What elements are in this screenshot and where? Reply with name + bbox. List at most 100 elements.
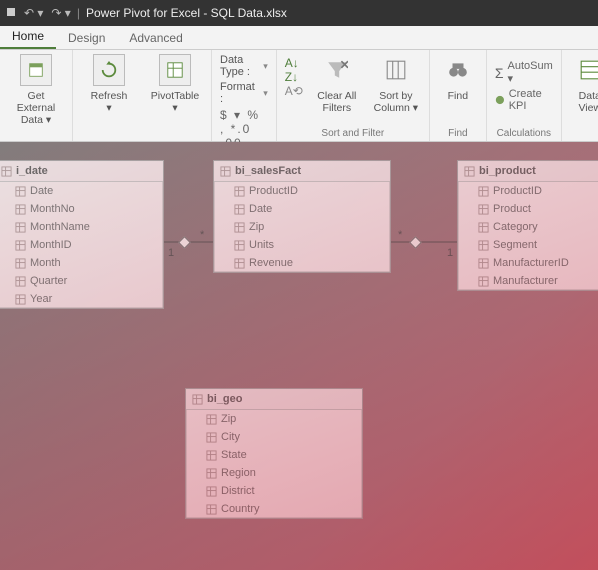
kpi-icon	[495, 94, 505, 106]
column-row[interactable]: Units	[214, 236, 390, 254]
column-row[interactable]: Date	[214, 200, 390, 218]
group-label-calc: Calculations	[495, 128, 553, 139]
clear-filters-button[interactable]: Clear All Filters	[313, 54, 361, 114]
funnel-clear-icon	[321, 54, 353, 86]
column-name-label: Date	[249, 203, 272, 215]
data-type-dropdown[interactable]: ▾	[263, 61, 268, 72]
table-header[interactable]: i_date	[0, 161, 163, 182]
redo-icon[interactable]: ↷ ▾	[51, 6, 70, 20]
autosum-button[interactable]: ΣAutoSum ▾	[495, 60, 553, 85]
column-row[interactable]: Quarter	[0, 272, 163, 290]
column-name-label: Zip	[249, 221, 264, 233]
group-formatting: Data Type :▾ Format :▾ $ ▾ % , *.0 .00 F…	[212, 50, 277, 141]
tab-advanced[interactable]: Advanced	[117, 27, 194, 49]
find-button[interactable]: Find	[438, 54, 478, 102]
column-row[interactable]: District	[186, 482, 362, 500]
table-header[interactable]: bi_geo	[186, 389, 362, 410]
column-name-label: Manufacturer	[493, 275, 558, 287]
column-row[interactable]: Zip	[186, 410, 362, 428]
get-external-data-button[interactable]: Get External Data ▾	[8, 54, 64, 126]
tab-home[interactable]: Home	[0, 25, 56, 49]
clear-sort-icon[interactable]: A⟲	[285, 84, 303, 98]
table-node-bi_geo[interactable]: bi_geo Zip City State Region District Country	[185, 388, 363, 519]
column-name-label: MonthID	[30, 239, 72, 251]
sort-column-icon	[380, 54, 412, 86]
join-one-label-2: 1	[447, 247, 453, 259]
column-name-label: Revenue	[249, 257, 293, 269]
column-row[interactable]: Zip	[214, 218, 390, 236]
column-row[interactable]: Manufacturer	[458, 272, 598, 290]
pivottable-icon	[159, 54, 191, 86]
group-clipboard: Get External Data ▾	[0, 50, 73, 141]
refresh-button[interactable]: Refresh ▾	[81, 54, 137, 114]
column-name-label: Zip	[221, 413, 236, 425]
column-name-label: District	[221, 485, 255, 497]
group-label-sortfilter: Sort and Filter	[285, 128, 421, 139]
column-name-label: Month	[30, 257, 61, 269]
column-row[interactable]: Revenue	[214, 254, 390, 272]
format-dropdown[interactable]: ▾	[263, 88, 268, 99]
group-refresh: Refresh ▾ PivotTable ▾	[73, 50, 212, 141]
column-name-label: Quarter	[30, 275, 67, 287]
column-row[interactable]: MonthID	[0, 236, 163, 254]
tab-design[interactable]: Design	[56, 27, 117, 49]
titlebar: ↶ ▾ ↷ ▾ | Power Pivot for Excel - SQL Da…	[0, 0, 598, 26]
sort-by-column-button[interactable]: Sort by Column ▾	[371, 54, 421, 114]
column-name-label: MonthNo	[30, 203, 75, 215]
column-row[interactable]: Date	[0, 182, 163, 200]
column-row[interactable]: Category	[458, 218, 598, 236]
sort-asc-icon[interactable]: A↓	[285, 56, 303, 70]
table-name-label: i_date	[16, 165, 48, 177]
column-name-label: State	[221, 449, 247, 461]
diagram-canvas[interactable]: 1 * * 1 i_dateDateMonthNoMonthNameMonthI…	[0, 142, 598, 570]
refresh-icon	[93, 54, 125, 86]
group-label-find: Find	[438, 128, 478, 139]
create-kpi-button[interactable]: Create KPI	[495, 88, 553, 112]
column-name-label: Country	[221, 503, 260, 515]
join-nub-left-1	[178, 236, 191, 249]
pivottable-button[interactable]: PivotTable ▾	[147, 54, 203, 114]
data-view-icon	[574, 54, 598, 86]
quick-access-toolbar: ↶ ▾ ↷ ▾	[6, 6, 71, 20]
table-header[interactable]: bi_salesFact	[214, 161, 390, 182]
column-name-label: ManufacturerID	[493, 257, 569, 269]
column-row[interactable]: MonthName	[0, 218, 163, 236]
column-name-label: Year	[30, 293, 52, 305]
column-name-label: ProductID	[493, 185, 542, 197]
join-one-label-1: 1	[168, 247, 174, 259]
column-row[interactable]: City	[186, 428, 362, 446]
column-name-label: City	[221, 431, 240, 443]
column-row[interactable]: ProductID	[214, 182, 390, 200]
column-row[interactable]: ManufacturerID	[458, 254, 598, 272]
table-name-label: bi_geo	[207, 393, 242, 405]
column-name-label: Segment	[493, 239, 537, 251]
table-name-label: bi_salesFact	[235, 165, 301, 177]
undo-icon[interactable]: ↶ ▾	[24, 6, 43, 20]
ribbon: Get External Data ▾ Refresh ▾ PivotTable…	[0, 50, 598, 142]
data-view-button[interactable]: Data View	[570, 54, 598, 114]
column-row[interactable]: ProductID	[458, 182, 598, 200]
sort-desc-icon[interactable]: Z↓	[285, 70, 303, 84]
data-type-label: Data Type :	[220, 54, 259, 78]
ribbon-tabs: Home Design Advanced	[0, 26, 598, 50]
column-row[interactable]: State	[186, 446, 362, 464]
column-row[interactable]: Month	[0, 254, 163, 272]
window-title: Power Pivot for Excel - SQL Data.xlsx	[86, 6, 287, 20]
column-row[interactable]: Country	[186, 500, 362, 518]
column-name-label: MonthName	[30, 221, 90, 233]
table-header[interactable]: bi_product	[458, 161, 598, 182]
column-row[interactable]: Segment	[458, 236, 598, 254]
column-row[interactable]: Year	[0, 290, 163, 308]
group-calculations: ΣAutoSum ▾ Create KPI Calculations	[487, 50, 562, 141]
qat-menu-icon[interactable]	[6, 6, 16, 20]
table-name-label: bi_product	[479, 165, 536, 177]
table-node-i_date[interactable]: i_date Date MonthNo MonthName MonthID Month Qu…	[0, 160, 164, 309]
column-row[interactable]: Region	[186, 464, 362, 482]
column-row[interactable]: Product	[458, 200, 598, 218]
table-node-bi_salesFact[interactable]: bi_salesFact ProductID Date Zip Units Revenue	[213, 160, 391, 273]
column-name-label: Product	[493, 203, 531, 215]
column-name-label: Date	[30, 185, 53, 197]
column-row[interactable]: MonthNo	[0, 200, 163, 218]
table-node-bi_product[interactable]: bi_product ProductID Product Category Segmen…	[457, 160, 598, 291]
group-sort-filter: A↓ Z↓ A⟲ Clear All Filters Sort by Colum…	[277, 50, 430, 141]
